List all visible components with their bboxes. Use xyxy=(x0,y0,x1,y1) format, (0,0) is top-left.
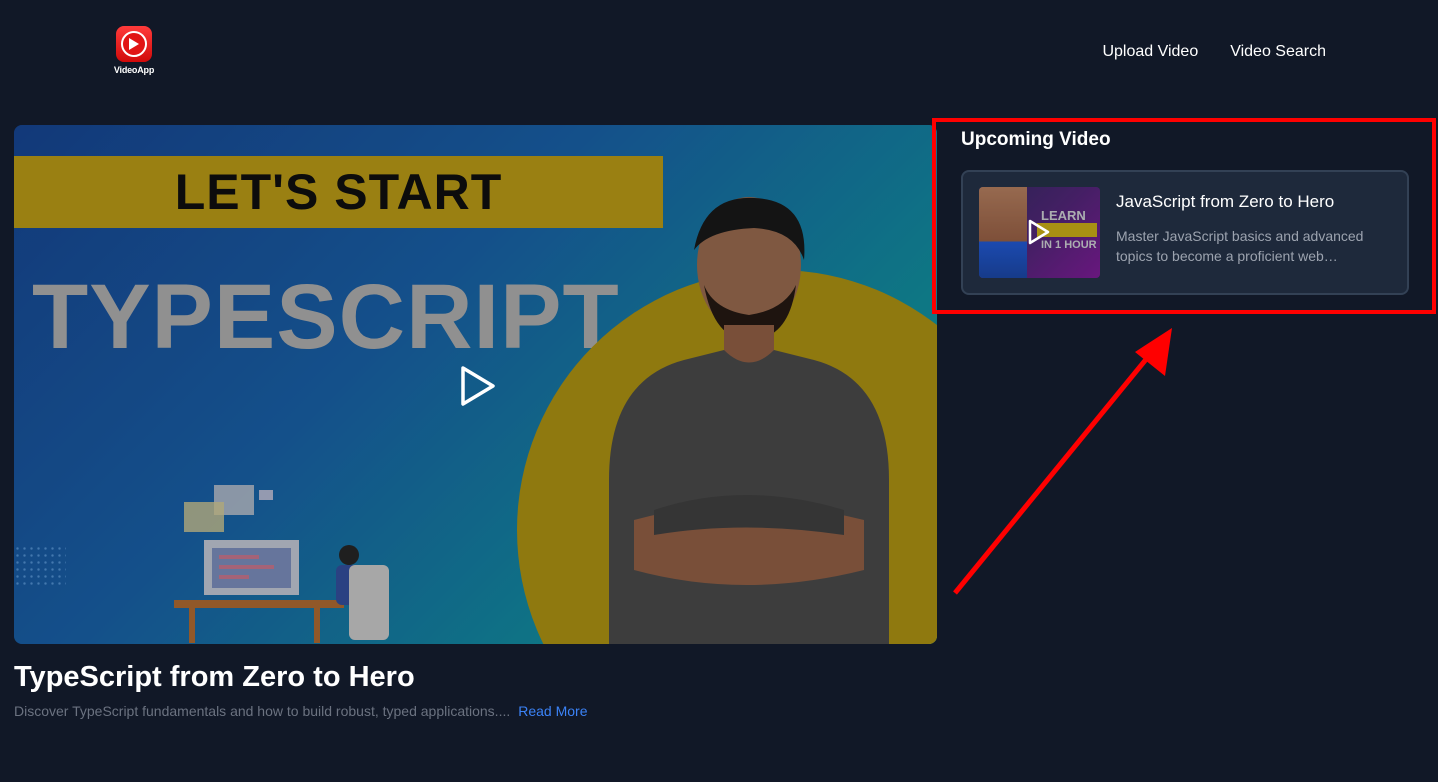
logo-text: VideoApp xyxy=(113,65,155,75)
play-icon[interactable] xyxy=(460,365,496,407)
main-video-player[interactable]: LET'S START TYPESCRIPT xyxy=(14,125,937,644)
main-video-description: Discover TypeScript fundamentals and how… xyxy=(14,703,588,719)
header: VideoApp Upload Video Video Search xyxy=(0,0,1438,100)
logo[interactable]: VideoApp xyxy=(108,26,160,78)
annotation-highlight-box xyxy=(932,118,1436,314)
top-nav: Upload Video Video Search xyxy=(1102,43,1326,61)
nav-upload-video[interactable]: Upload Video xyxy=(1102,43,1198,61)
annotation-arrow-icon xyxy=(953,328,1172,595)
main-video-title: TypeScript from Zero to Hero xyxy=(14,661,415,693)
nav-video-search[interactable]: Video Search xyxy=(1230,43,1326,61)
read-more-link[interactable]: Read More xyxy=(518,703,587,719)
play-logo-icon xyxy=(116,26,152,62)
main-video-description-text: Discover TypeScript fundamentals and how… xyxy=(14,703,511,719)
